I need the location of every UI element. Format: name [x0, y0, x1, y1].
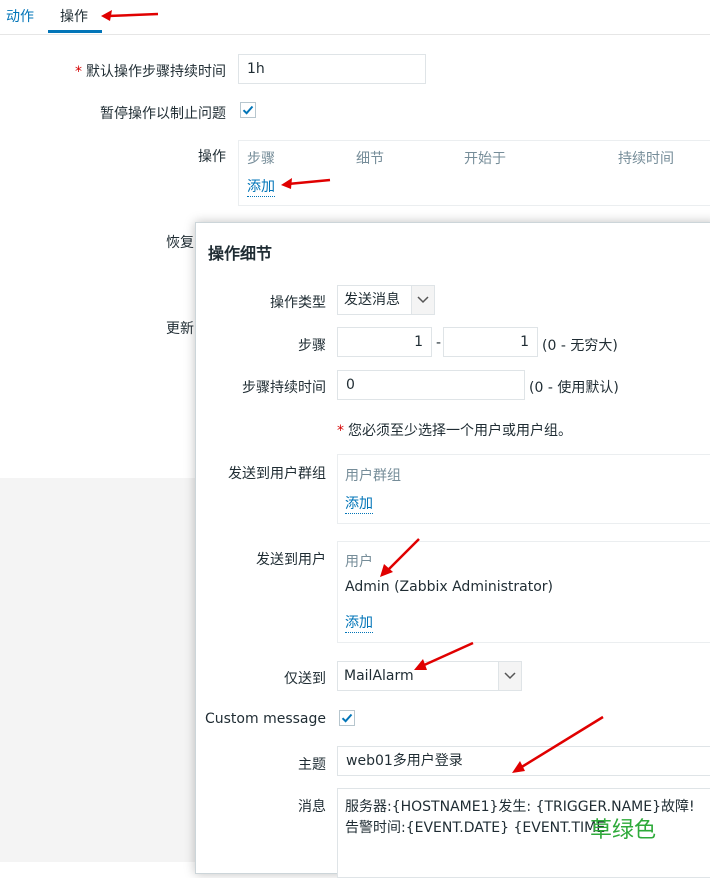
- column-header-step: 步骤: [247, 151, 275, 167]
- send-users-label: 发送到用户: [256, 552, 326, 568]
- annotation-arrow-icon: [101, 10, 159, 21]
- watermark-text: 草绿色: [590, 818, 657, 843]
- annotation-arrow-icon: [380, 538, 420, 577]
- default-duration-input[interactable]: 1h: [238, 54, 426, 84]
- active-tab-indicator: [48, 30, 102, 33]
- column-header-start: 开始于: [464, 151, 506, 167]
- update-label: 更新: [166, 321, 194, 337]
- annotation-arrow-icon: [414, 641, 474, 670]
- subject-label: 主题: [298, 757, 326, 773]
- user-entry: Admin (Zabbix Administrator): [345, 579, 553, 595]
- operation-details-dialog: 操作细节 操作类型 发送消息 步骤 1 - 1 (0 - 无穷大) 步骤持续时间…: [195, 222, 710, 878]
- recovery-label: 恢复: [166, 235, 194, 251]
- step-duration-label: 步骤持续时间: [242, 380, 326, 396]
- message-label: 消息: [298, 799, 326, 815]
- operation-type-select[interactable]: 发送消息: [337, 285, 435, 315]
- user-groups-box: 用户群组 添加: [337, 454, 710, 524]
- send-only-label: 仅送到: [284, 671, 326, 687]
- operation-type-label: 操作类型: [270, 295, 326, 311]
- dropdown-box: [411, 286, 434, 314]
- chevron-down-icon: [417, 296, 429, 304]
- column-header-details: 细节: [356, 151, 384, 167]
- message-line-2: 告警时间:{EVENT.DATE} {EVENT.TIME: [345, 820, 606, 836]
- checkmark-icon: [341, 713, 353, 723]
- checkmark-icon: [242, 105, 254, 115]
- dropdown-box: [498, 662, 521, 690]
- tab-action[interactable]: 动作: [6, 6, 34, 26]
- step-to-input[interactable]: 1: [443, 327, 538, 357]
- user-groups-header: 用户群组: [345, 468, 401, 484]
- users-header: 用户: [345, 554, 373, 570]
- dialog-title: 操作细节: [208, 244, 273, 263]
- column-header-duration: 持续时间: [618, 151, 674, 167]
- steps-hint: (0 - 无穷大): [542, 338, 618, 354]
- send-groups-label: 发送到用户群组: [228, 466, 326, 482]
- page-footer-background: [0, 478, 196, 862]
- required-warning: * 您必须至少选择一个用户或用户组。: [337, 423, 572, 439]
- media-type-value: MailAlarm: [344, 668, 414, 684]
- operations-label: 操作: [198, 149, 226, 165]
- add-user-group-link[interactable]: 添加: [345, 493, 373, 514]
- steps-label: 步骤: [298, 338, 326, 354]
- step-from-input[interactable]: 1: [337, 327, 432, 357]
- operation-type-value: 发送消息: [344, 292, 400, 308]
- step-separator: -: [436, 335, 442, 351]
- custom-message-label: Custom message: [204, 711, 326, 727]
- annotation-arrow-icon: [281, 178, 331, 189]
- default-duration-label: * 默认操作步骤持续时间: [75, 64, 226, 80]
- pause-label: 暂停操作以制止问题: [100, 106, 226, 122]
- add-operation-link[interactable]: 添加: [247, 176, 275, 197]
- operations-table: 步骤 细节 开始于 持续时间 添加: [238, 140, 710, 206]
- tab-operations[interactable]: 操作: [60, 6, 88, 26]
- annotation-arrow-icon: [512, 715, 604, 773]
- step-duration-input[interactable]: 0: [337, 370, 525, 400]
- add-user-link[interactable]: 添加: [345, 612, 373, 633]
- chevron-down-icon: [504, 672, 516, 680]
- custom-message-checkbox[interactable]: [339, 710, 355, 726]
- pause-checkbox[interactable]: [240, 102, 256, 118]
- step-duration-hint: (0 - 使用默认): [529, 380, 619, 396]
